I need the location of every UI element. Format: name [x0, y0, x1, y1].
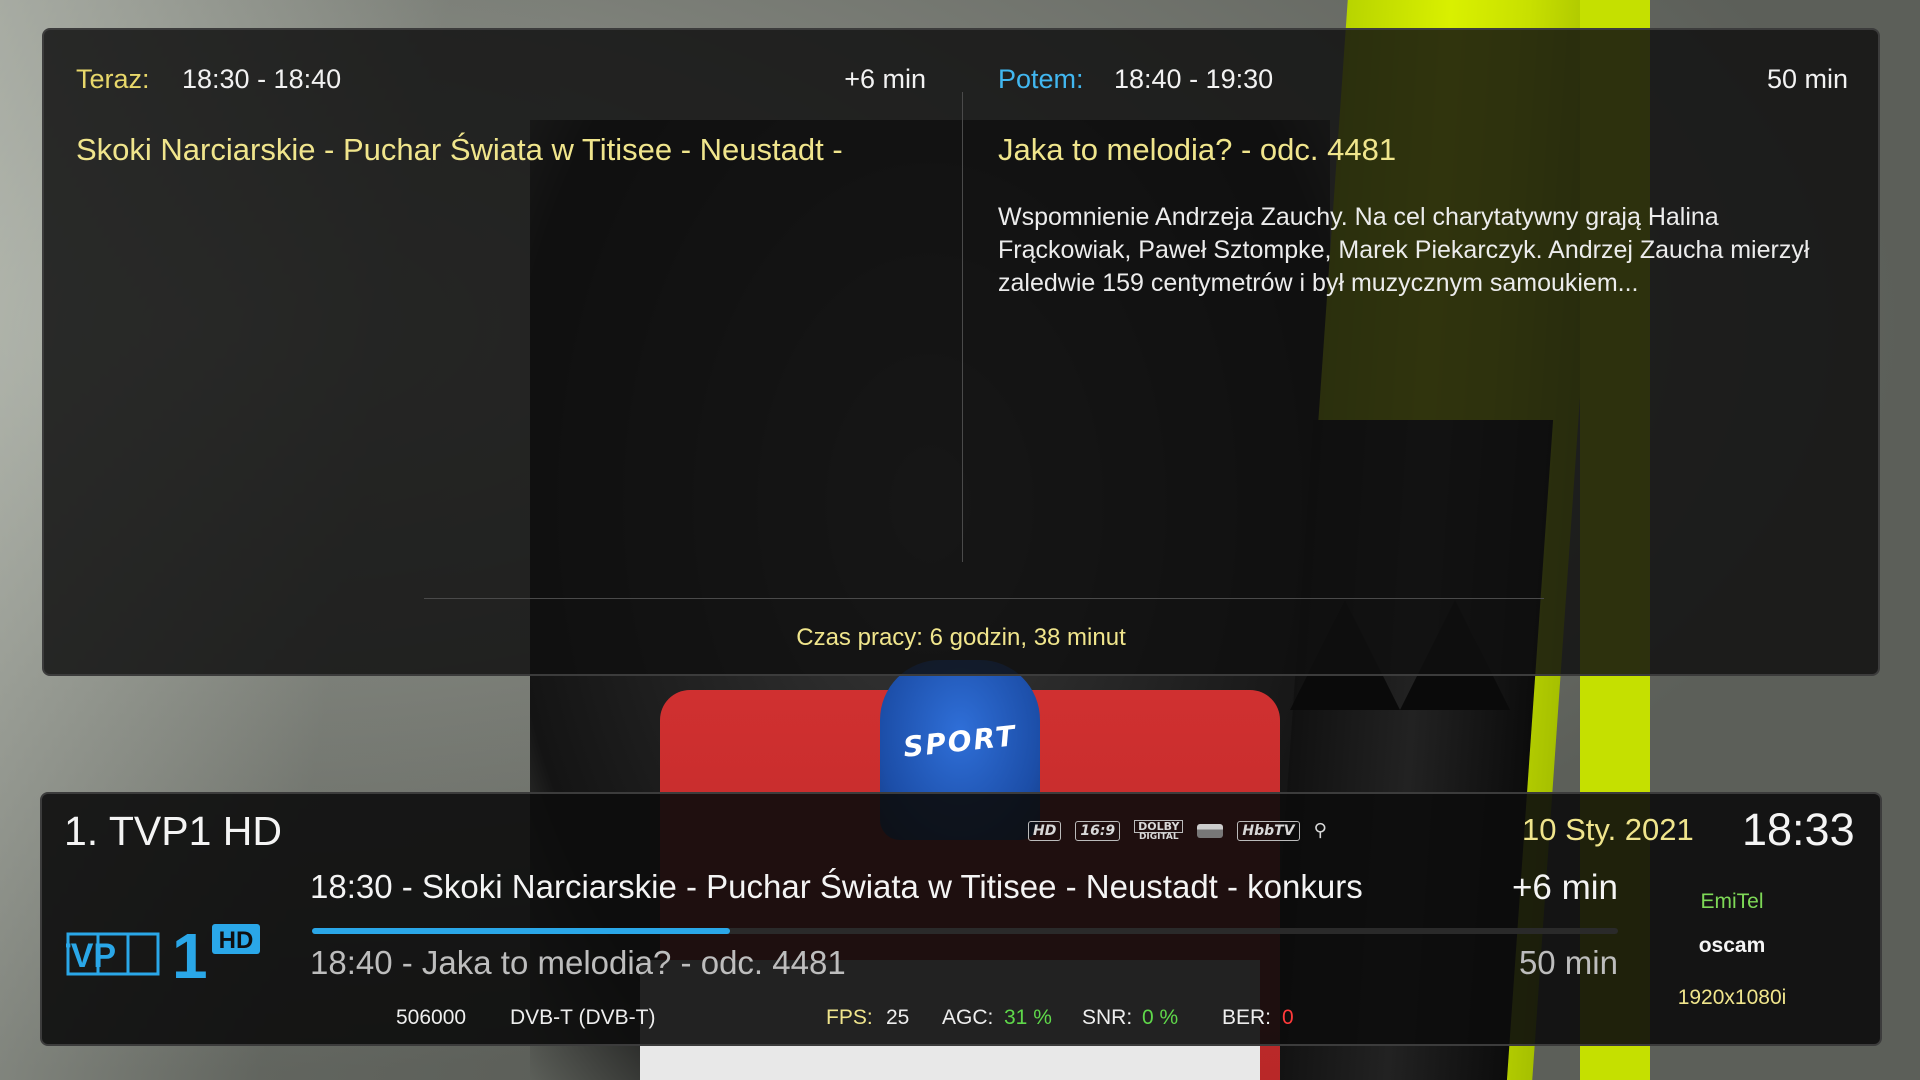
- fps-value: 25: [886, 1006, 910, 1029]
- channel-name: 1. TVP1 HD: [64, 808, 282, 854]
- ber-label: BER:: [1222, 1006, 1272, 1029]
- epg-info-panel: Teraz: 18:30 - 18:40 +6 min Skoki Narcia…: [42, 28, 1880, 676]
- now-remaining-infobar: +6 min: [1511, 868, 1618, 907]
- video-resolution: 1920x1080i: [1677, 986, 1787, 1009]
- uptime-divider: [424, 598, 1544, 599]
- provider-name: EmiTel: [1700, 890, 1764, 913]
- channel-logo: TVP 1 HD: [66, 920, 260, 986]
- agc-value: 31 %: [1004, 1006, 1052, 1029]
- now-event-title: Skoki Narciarskie - Puchar Świata w Titi…: [76, 132, 843, 167]
- agc-label: AGC:: [942, 1006, 994, 1029]
- next-event-title: Jaka to melodia? - odc. 4481: [998, 132, 1397, 167]
- now-label: Teraz:: [76, 64, 150, 94]
- next-event-line: 18:40 - Jaka to melodia? - odc. 4481: [310, 944, 846, 981]
- channel-infobar: 1. TVP1 HD HD 16:9 DOLBY DIGITAL HbbTV ⚲ …: [40, 792, 1882, 1046]
- dolby-digital-icon: DOLBY DIGITAL: [1134, 820, 1184, 842]
- now-event-line: 18:30 - Skoki Narciarskie - Puchar Świat…: [310, 868, 1363, 905]
- next-label: Potem:: [998, 64, 1084, 94]
- column-divider: [962, 92, 963, 562]
- now-remaining: +6 min: [844, 64, 926, 94]
- logo-digit-one: 1: [172, 920, 208, 986]
- next-time-range: 18:40 - 19:30: [1114, 64, 1274, 94]
- frequency: 506000: [396, 1006, 467, 1029]
- logo-hd: HD: [219, 927, 254, 954]
- ber-value: 0: [1282, 1006, 1294, 1029]
- hd-icon: HD: [1028, 821, 1062, 841]
- next-duration: 50 min: [1766, 64, 1848, 94]
- crypt-card-icon: [1197, 824, 1224, 838]
- current-clock: 18:33: [1742, 804, 1855, 855]
- service-flags: HD 16:9 DOLBY DIGITAL HbbTV ⚲: [1028, 816, 1327, 846]
- hbbtv-icon: HbbTV: [1237, 821, 1300, 841]
- event-progress-bar: [312, 928, 1618, 934]
- aspect-16-9-icon: 16:9: [1075, 821, 1121, 841]
- fps-label: FPS:: [826, 1006, 873, 1029]
- delivery-system: DVB-T (DVB-T): [510, 1006, 656, 1029]
- next-duration-infobar: 50 min: [1518, 944, 1618, 981]
- event-progress-fill: [312, 928, 730, 934]
- uptime-text: Czas pracy: 6 godzin, 38 minut: [796, 624, 1126, 651]
- satellite-dish-icon: ⚲: [1313, 820, 1327, 841]
- current-date: 10 Sty. 2021: [1522, 812, 1694, 847]
- next-event-description: Wspomnienie Andrzeja Zauchy. Na cel char…: [998, 203, 1810, 297]
- cam-name: oscam: [1698, 934, 1766, 957]
- now-time-range: 18:30 - 18:40: [182, 64, 342, 94]
- snr-label: SNR:: [1082, 1006, 1133, 1029]
- snr-value: 0 %: [1142, 1006, 1179, 1029]
- logo-letter-t: TVP: [66, 937, 116, 975]
